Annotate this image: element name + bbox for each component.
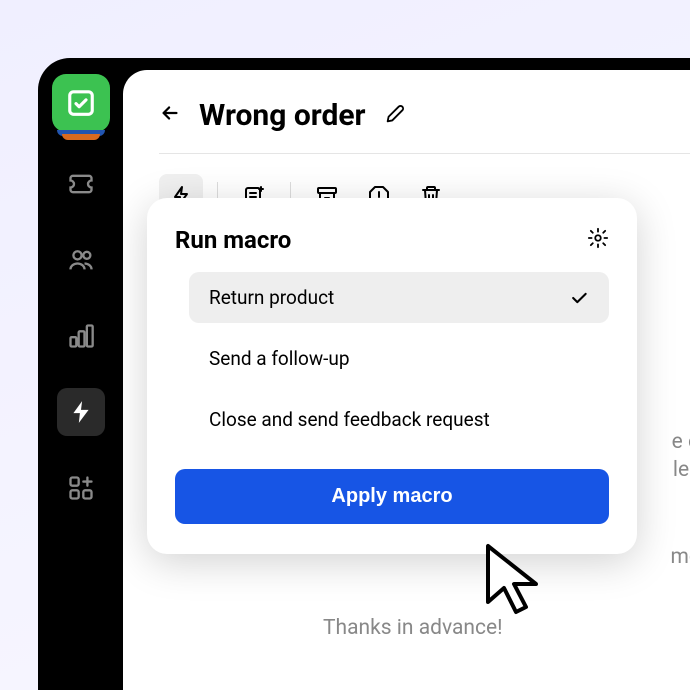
app-logo[interactable] [52, 74, 110, 132]
macro-option-followup[interactable]: Send a follow-up [189, 333, 609, 384]
app-window: Wrong order [38, 58, 690, 690]
lightning-icon [68, 399, 94, 425]
edit-title-button[interactable] [384, 103, 406, 129]
page-header: Wrong order [159, 98, 690, 154]
nav-automation[interactable] [57, 388, 105, 436]
ticket-icon [67, 170, 95, 198]
apply-macro-button[interactable]: Apply macro [175, 469, 609, 524]
macro-option-return[interactable]: Return product [189, 272, 609, 323]
macro-title: Run macro [175, 226, 291, 254]
check-icon [569, 288, 589, 308]
bg-text-fragment: Thanks in advance! [323, 616, 503, 640]
gear-icon [587, 227, 609, 249]
macro-option-close-feedback[interactable]: Close and send feedback request [189, 394, 609, 445]
nav-analytics[interactable] [57, 312, 105, 360]
bg-text-fragment: e o [672, 430, 690, 454]
macro-option-label: Send a follow-up [209, 347, 350, 370]
pencil-icon [384, 103, 406, 125]
nav-tickets[interactable] [57, 160, 105, 208]
arrow-left-icon [159, 102, 181, 124]
checkmark-icon [66, 88, 96, 118]
users-icon [67, 246, 95, 274]
macro-settings-button[interactable] [587, 227, 609, 253]
bg-text-fragment: me [670, 545, 690, 569]
back-button[interactable] [159, 102, 181, 130]
grid-plus-icon [67, 474, 95, 502]
sidebar [38, 58, 123, 690]
page-title: Wrong order [199, 98, 366, 133]
content-area: Wrong order [123, 70, 690, 690]
bg-text-fragment: les [673, 458, 690, 482]
macro-header: Run macro [175, 226, 609, 254]
macro-panel: Run macro Return product Send a follow-u… [147, 198, 637, 554]
macro-option-label: Return product [209, 286, 334, 309]
nav-apps[interactable] [57, 464, 105, 512]
nav-users[interactable] [57, 236, 105, 284]
bar-chart-icon [67, 322, 95, 350]
macro-option-label: Close and send feedback request [209, 408, 490, 431]
